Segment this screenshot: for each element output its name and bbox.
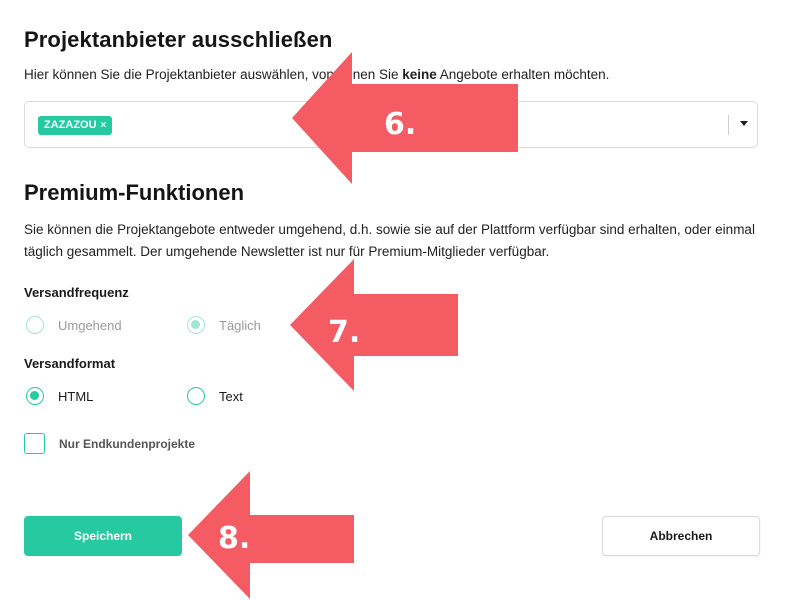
arrow-7-shape xyxy=(290,259,458,391)
provider-multiselect[interactable]: ZAZAZOU × xyxy=(24,101,758,148)
radio-umgehend-label: Umgehend xyxy=(58,317,122,333)
radio-text-label: Text xyxy=(219,388,243,404)
radio-taeglich-label: Täglich xyxy=(219,317,261,333)
radio-umgehend-circle[interactable] xyxy=(26,316,44,334)
save-button[interactable]: Speichern xyxy=(24,516,182,556)
premium-section-description: Sie können die Projektangebote entweder … xyxy=(24,222,755,259)
radio-taeglich-circle[interactable] xyxy=(187,316,205,334)
chevron-down-icon[interactable] xyxy=(740,121,748,126)
endcustomer-checkbox-row[interactable]: Nur Endkundenprojekte xyxy=(24,433,195,454)
format-label: Versandformat xyxy=(24,356,116,371)
annotation-number-7: 7. xyxy=(328,315,360,350)
premium-section-title: Premium-Funktionen xyxy=(24,180,245,205)
radio-text-circle[interactable] xyxy=(187,387,205,405)
radio-taeglich[interactable]: Täglich xyxy=(187,316,261,334)
description-text-bold: keine xyxy=(402,67,437,82)
description-text-end: Angebote erhalten möchten. xyxy=(436,67,610,82)
radio-html[interactable]: HTML xyxy=(26,387,93,405)
radio-umgehend[interactable]: Umgehend xyxy=(26,316,122,334)
radio-text[interactable]: Text xyxy=(187,387,243,405)
arrow-8-shape xyxy=(188,471,354,599)
radio-html-label: HTML xyxy=(58,388,94,404)
provider-section-description: Hier können Sie die Projektanbieter ausw… xyxy=(24,67,609,82)
endcustomer-checkbox-label: Nur Endkundenprojekte xyxy=(59,436,196,451)
provider-tag-label: ZAZAZOU xyxy=(44,119,97,131)
endcustomer-checkbox[interactable] xyxy=(24,433,45,454)
provider-tag: ZAZAZOU × xyxy=(38,116,113,135)
annotation-number-8: 8. xyxy=(218,521,250,556)
annotation-arrow-7: 7. xyxy=(290,259,458,391)
frequency-label: Versandfrequenz xyxy=(24,285,129,300)
cancel-button[interactable]: Abbrechen xyxy=(602,516,760,556)
remove-tag-icon[interactable]: × xyxy=(101,116,107,135)
annotation-arrow-8: 8. xyxy=(188,471,354,599)
settings-page: Projektanbieter ausschließen Hier können… xyxy=(0,0,800,600)
provider-section-title: Projektanbieter ausschließen xyxy=(24,27,333,52)
description-text-start: Hier können Sie die Projektanbieter ausw… xyxy=(24,67,403,82)
radio-html-circle[interactable] xyxy=(26,387,44,405)
select-separator xyxy=(728,115,729,135)
